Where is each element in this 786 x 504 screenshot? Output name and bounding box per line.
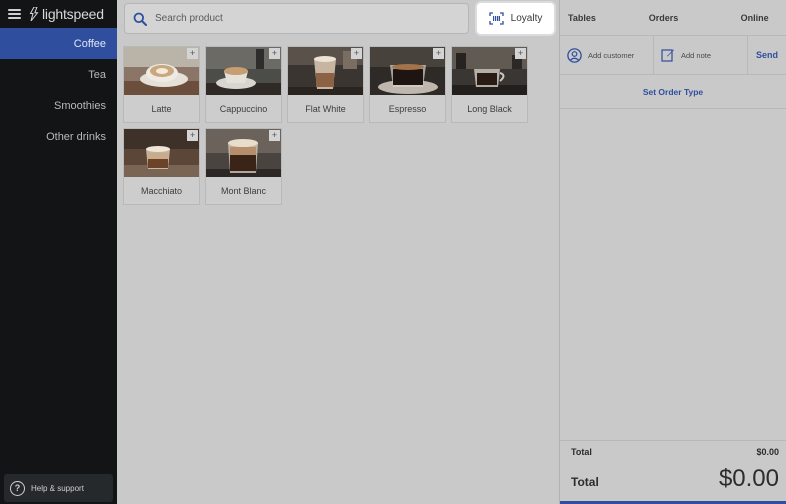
tab-online[interactable]: Online	[723, 13, 786, 23]
product-name: Long Black	[467, 103, 512, 114]
product-tile-long-black[interactable]: + Long Black	[451, 46, 528, 123]
add-icon[interactable]: +	[433, 48, 444, 59]
search-input[interactable]: Search product	[124, 3, 469, 34]
product-tile-mont-blanc[interactable]: + Mont Blanc	[205, 128, 282, 205]
search-placeholder: Search product	[155, 13, 223, 24]
category-smoothies[interactable]: Smoothies	[0, 90, 117, 121]
add-icon[interactable]: +	[351, 48, 362, 59]
total-row: Total $0.00	[571, 465, 779, 493]
set-order-type-button[interactable]: Set Order Type	[560, 75, 786, 109]
add-icon[interactable]: +	[269, 130, 280, 141]
tab-orders[interactable]: Orders	[604, 13, 723, 23]
brand-logo: lightspeed	[29, 6, 104, 22]
subtotal-value: $0.00	[756, 447, 779, 457]
user-icon	[567, 47, 582, 63]
tab-tables[interactable]: Tables	[560, 13, 604, 23]
sidebar: lightspeed Coffee Tea Smoothies Other dr…	[0, 0, 117, 504]
product-name: Macchiato	[140, 185, 183, 196]
product-name: Mont Blanc	[220, 185, 267, 196]
add-customer-button[interactable]: Add customer	[560, 36, 654, 74]
add-customer-label: Add customer	[588, 50, 635, 60]
product-tile-macchiato[interactable]: + Macchiato	[123, 128, 200, 205]
add-note-button[interactable]: Add note	[654, 36, 748, 74]
loyalty-button[interactable]: Loyalty	[477, 3, 554, 34]
send-button[interactable]: Send	[748, 36, 786, 74]
product-tile-latte[interactable]: + Latte	[123, 46, 200, 123]
add-icon[interactable]: +	[515, 48, 526, 59]
product-name: Espresso	[388, 103, 427, 114]
add-icon[interactable]: +	[269, 48, 280, 59]
order-panel: Tables Orders Online Add customer Add no…	[559, 0, 786, 504]
add-icon[interactable]: +	[187, 130, 198, 141]
total-value: $0.00	[718, 465, 779, 492]
category-tea[interactable]: Tea	[0, 59, 117, 90]
lightspeed-flame-icon	[29, 7, 39, 21]
category-other-drinks[interactable]: Other drinks	[0, 121, 117, 152]
subtotal-label: Total	[571, 447, 592, 457]
search-icon	[133, 12, 147, 26]
add-icon[interactable]: +	[187, 48, 198, 59]
subtotal-row: Total $0.00	[571, 447, 779, 457]
help-label: Help & support	[31, 483, 84, 493]
total-label: Total	[571, 475, 599, 489]
product-tile-espresso[interactable]: + Espresso	[369, 46, 446, 123]
help-support-button[interactable]: ? Help & support	[4, 474, 113, 502]
edit-note-icon	[661, 49, 674, 62]
loyalty-label: Loyalty	[510, 13, 543, 24]
question-icon: ?	[10, 480, 25, 496]
barcode-scan-icon	[489, 12, 504, 25]
category-coffee[interactable]: Coffee	[0, 28, 117, 59]
brand-name: lightspeed	[42, 6, 104, 22]
menu-icon[interactable]	[8, 9, 21, 19]
order-tabs: Tables Orders Online	[560, 0, 786, 36]
add-note-label: Add note	[681, 50, 712, 60]
order-actions: Add customer Add note Send	[560, 36, 786, 75]
sidebar-header: lightspeed	[0, 0, 117, 28]
product-area: Search product Loyalty + Latte + Cappucc…	[117, 0, 559, 504]
product-tile-cappuccino[interactable]: + Cappuccino	[205, 46, 282, 123]
product-name: Latte	[151, 103, 172, 114]
product-tile-flat-white[interactable]: + Flat White	[287, 46, 364, 123]
product-name: Cappuccino	[219, 103, 268, 114]
order-totals: Total $0.00 Total $0.00	[560, 440, 786, 504]
product-name: Flat White	[305, 103, 346, 114]
